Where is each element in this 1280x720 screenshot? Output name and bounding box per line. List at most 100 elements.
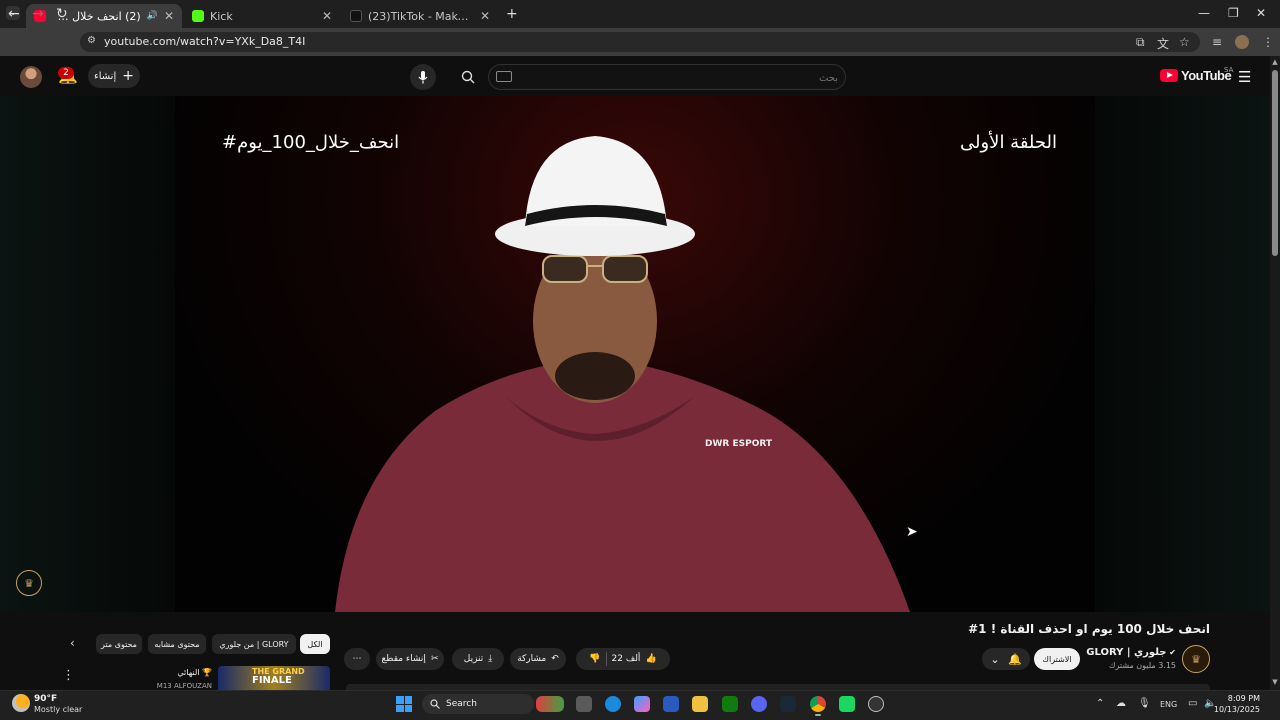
channel-name[interactable]: ✔ جلوري | GLORY [1080, 647, 1176, 658]
discord-icon[interactable] [751, 696, 767, 712]
channel-avatar[interactable]: ♛ [1182, 645, 1210, 673]
close-tab-icon[interactable]: ✕ [164, 9, 174, 23]
channel-watermark-icon[interactable]: ♛ [16, 570, 42, 596]
recommendation-more-icon[interactable]: ⋮ [62, 668, 75, 683]
microphone-icon [418, 70, 428, 83]
clock-time[interactable]: 8:09 PM [1220, 694, 1260, 703]
verified-icon: ✔ [1166, 648, 1176, 657]
site-info-icon[interactable]: ⚙ [87, 35, 96, 46]
copilot-icon[interactable] [634, 696, 650, 712]
tab-youtube[interactable]: (2) انحف خلال 100 يوم او احذ... 🔊 ✕ [26, 4, 182, 28]
page-scrollbar-thumb[interactable] [1272, 70, 1278, 256]
plus-icon: + [122, 68, 134, 84]
hamburger-menu-icon[interactable]: ☰ [1238, 68, 1251, 86]
video-frame: DWR ESPORT [175, 96, 1095, 612]
reload-button[interactable]: ↻ [56, 6, 68, 22]
like-count[interactable]: 22 ألف [612, 654, 641, 664]
app-icon[interactable] [839, 696, 855, 712]
download-icon: ⤓ [488, 654, 493, 664]
onedrive-icon[interactable]: ☁ [1116, 698, 1126, 709]
notification-settings-button[interactable]: ⌄ 🔔 [982, 648, 1030, 670]
weather-condition[interactable]: Mostly clear [34, 705, 82, 714]
video-player[interactable]: DWR ESPORT #انحف_خلال_100_يوم الحلقة الأ… [0, 96, 1270, 612]
download-button[interactable]: تنزيل ⤓ [452, 648, 504, 670]
download-label: تنزيل [463, 654, 484, 664]
scroll-down-arrow-icon[interactable]: ▼ [1270, 678, 1280, 686]
scroll-up-arrow-icon[interactable]: ▲ [1270, 58, 1280, 66]
dislike-button[interactable]: 👎 [589, 654, 600, 664]
tab-kick[interactable]: Kick ✕ [184, 4, 340, 28]
back-button[interactable]: ← [8, 6, 20, 22]
trophy-icon: 🏆 [199, 668, 212, 677]
chip-related-cut[interactable]: محتوى متر [96, 634, 142, 654]
translate-icon[interactable]: 文 [1157, 35, 1169, 52]
chip-similar[interactable]: محتوى مشابه [148, 634, 206, 654]
chrome-icon[interactable] [810, 696, 826, 716]
maximize-button[interactable]: ❐ [1228, 6, 1239, 20]
create-button[interactable]: إنشاء + [88, 64, 140, 88]
svg-text:DWR ESPORT: DWR ESPORT [705, 439, 773, 449]
edge-browser-icon[interactable] [605, 696, 621, 712]
network-icon[interactable]: ▭ [1188, 698, 1197, 709]
taskbar-search-box[interactable]: Search [422, 694, 534, 714]
chips-prev-icon[interactable]: ‹ [70, 636, 75, 650]
close-tab-icon[interactable]: ✕ [322, 9, 332, 23]
microsoft-store-icon[interactable] [663, 696, 679, 712]
mouse-cursor-icon: ➤ [906, 524, 918, 540]
keyboard-icon[interactable] [496, 71, 512, 82]
clock-date[interactable]: 10/13/2025 [1212, 705, 1260, 714]
youtube-logo[interactable]: YouTube [1160, 68, 1232, 83]
tab-title: (23)TikTok - Make Your Day [368, 9, 474, 23]
subscribe-button[interactable]: الاشتراك [1034, 648, 1080, 670]
tab-tiktok[interactable]: (23)TikTok - Make Your Day ✕ [342, 4, 498, 28]
settings-app-icon[interactable] [868, 696, 884, 712]
chip-from-channel[interactable]: من جلوري | GLORY [212, 634, 296, 654]
steam-icon[interactable] [780, 696, 796, 712]
more-actions-button[interactable]: ⋯ [344, 648, 370, 670]
new-tab-button[interactable]: + [506, 6, 518, 22]
more-horizontal-icon: ⋯ [352, 654, 362, 664]
chip-all[interactable]: الكل [300, 634, 330, 654]
account-avatar[interactable] [20, 66, 42, 88]
tray-overflow-icon[interactable]: ⌃ [1096, 698, 1104, 709]
recommendation-channel: M13 ALFOUZAN [156, 682, 212, 690]
clip-button[interactable]: إنشاء مقطع ✂ [376, 648, 444, 670]
like-button-icon[interactable]: 👍 [645, 654, 656, 664]
input-language[interactable]: ENG [1160, 700, 1177, 709]
weather-icon[interactable] [12, 694, 30, 712]
bookmark-star-icon[interactable]: ☆ [1179, 35, 1190, 49]
chrome-menu-icon[interactable]: ⋮ [1262, 35, 1274, 49]
create-label: إنشاء [94, 70, 117, 82]
share-label: مشاركة [517, 654, 547, 664]
forward-button[interactable]: → [32, 6, 44, 22]
speaker-icon[interactable]: 🔊 [147, 11, 158, 21]
search-button[interactable] [450, 64, 486, 90]
voice-search-button[interactable] [410, 64, 436, 90]
divider [605, 652, 607, 666]
windows-start-icon[interactable] [396, 696, 412, 712]
microphone-tray-icon[interactable]: 🎙 [1138, 698, 1151, 709]
video-title: انحف خلال 100 يوم او احذف القناة ! 1# [968, 622, 1210, 636]
minimize-button[interactable]: — [1198, 6, 1210, 20]
recommendation-title-text: النهائي [177, 668, 200, 677]
file-explorer-icon[interactable] [692, 696, 708, 712]
channel-name-text: جلوري | GLORY [1086, 647, 1167, 658]
task-view-icon[interactable] [576, 696, 592, 712]
search-icon [430, 699, 440, 709]
xbox-icon[interactable] [722, 696, 738, 712]
profile-avatar-icon[interactable] [1235, 35, 1249, 49]
close-window-button[interactable]: ✕ [1256, 6, 1266, 20]
install-app-icon[interactable]: ⧉ [1136, 35, 1145, 50]
search-input[interactable] [530, 68, 840, 88]
like-dislike-group: 👎 22 ألف 👍 [576, 648, 670, 670]
share-button[interactable]: مشاركة ↶ [510, 648, 566, 670]
close-tab-icon[interactable]: ✕ [480, 9, 490, 23]
media-controls-icon[interactable]: ≡ [1212, 35, 1222, 49]
widgets-icon[interactable] [536, 696, 564, 712]
recommendation-title[interactable]: 🏆 النهائي [150, 668, 212, 677]
weather-temperature[interactable]: 90°F [34, 694, 57, 704]
url-text[interactable]: youtube.com/watch?v=YXk_Da8_T4I [104, 35, 305, 48]
video-presenter-image: DWR ESPORT [335, 136, 910, 612]
notification-count-badge: 2 [58, 67, 74, 79]
youtube-play-icon [1160, 69, 1178, 82]
